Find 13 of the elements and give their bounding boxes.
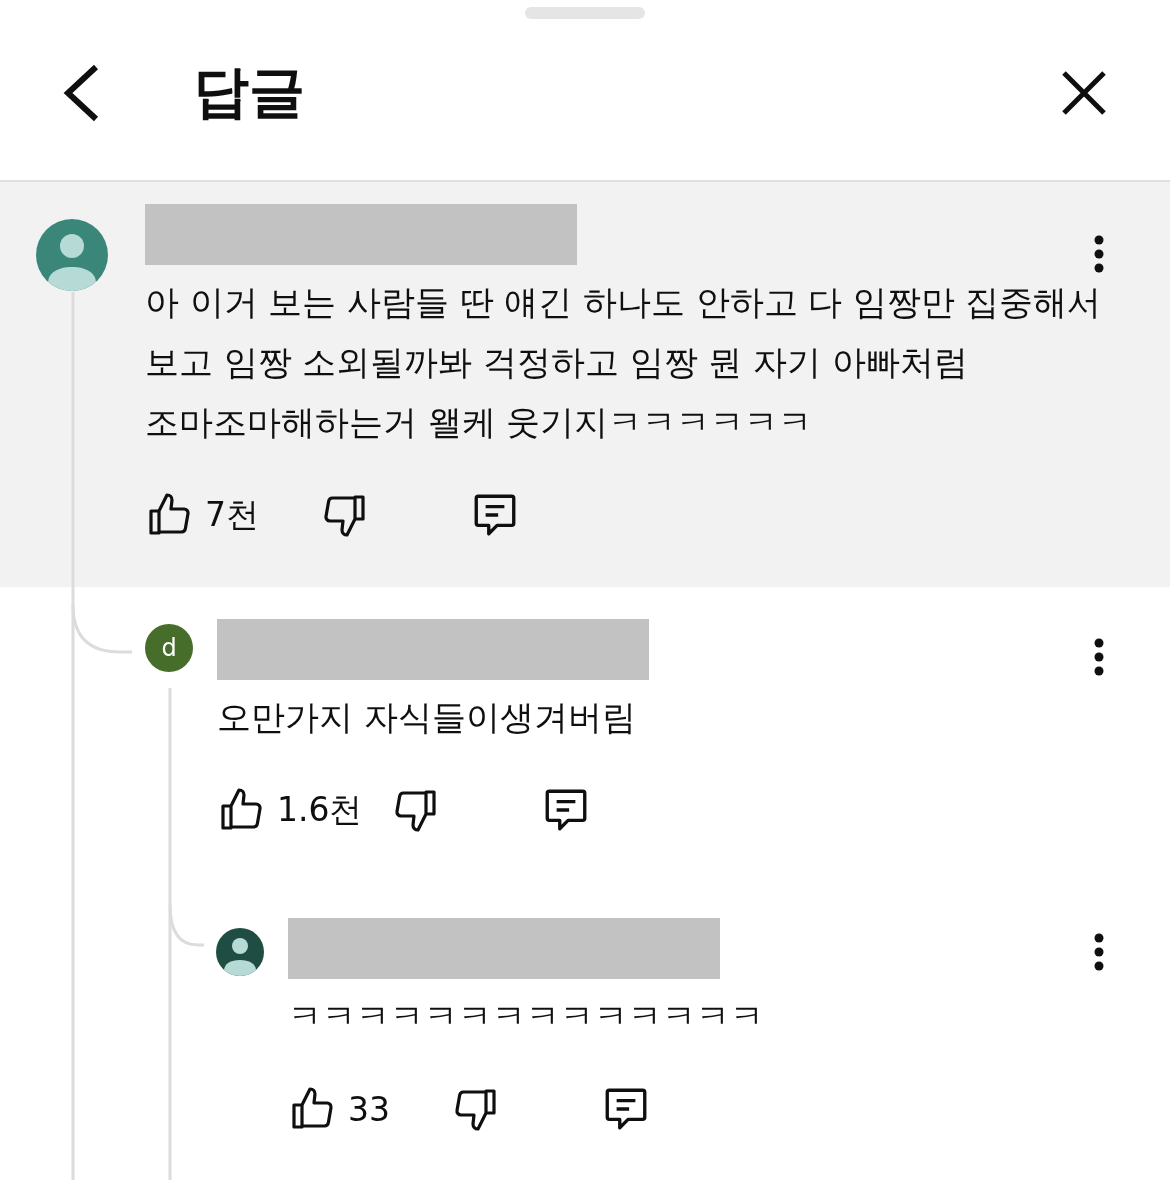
- comment-text: 아 이거 보는 사람들 딴 얘긴 하나도 안하고 다 임짱만 집중해서 보고 임짱 소외될까봐 걱정하고 임짱 뭔 자기 아빠처럼 조마조마해하는거 왤케 웃기지ㅋㅋㅋㅋㅋㅋ: [145, 282, 1103, 444]
- like-count: 33: [348, 1089, 390, 1129]
- sheet-title: 답글: [193, 57, 306, 126]
- comment-text: ㅋㅋㅋㅋㅋㅋㅋㅋㅋㅋㅋㅋㅋㅋ: [288, 996, 765, 1038]
- comment-text: 오만가지 자식들이생겨버림: [217, 697, 637, 739]
- like-count: 7천: [205, 493, 259, 536]
- drag-handle[interactable]: [525, 7, 645, 19]
- close-icon[interactable]: [1060, 68, 1108, 117]
- like-count: 1.6천: [277, 788, 363, 831]
- like-button[interactable]: 7천: [145, 491, 259, 539]
- like-button[interactable]: 33: [288, 1085, 390, 1133]
- avatar-letter: d: [161, 634, 177, 662]
- like-button[interactable]: 1.6천: [217, 786, 363, 834]
